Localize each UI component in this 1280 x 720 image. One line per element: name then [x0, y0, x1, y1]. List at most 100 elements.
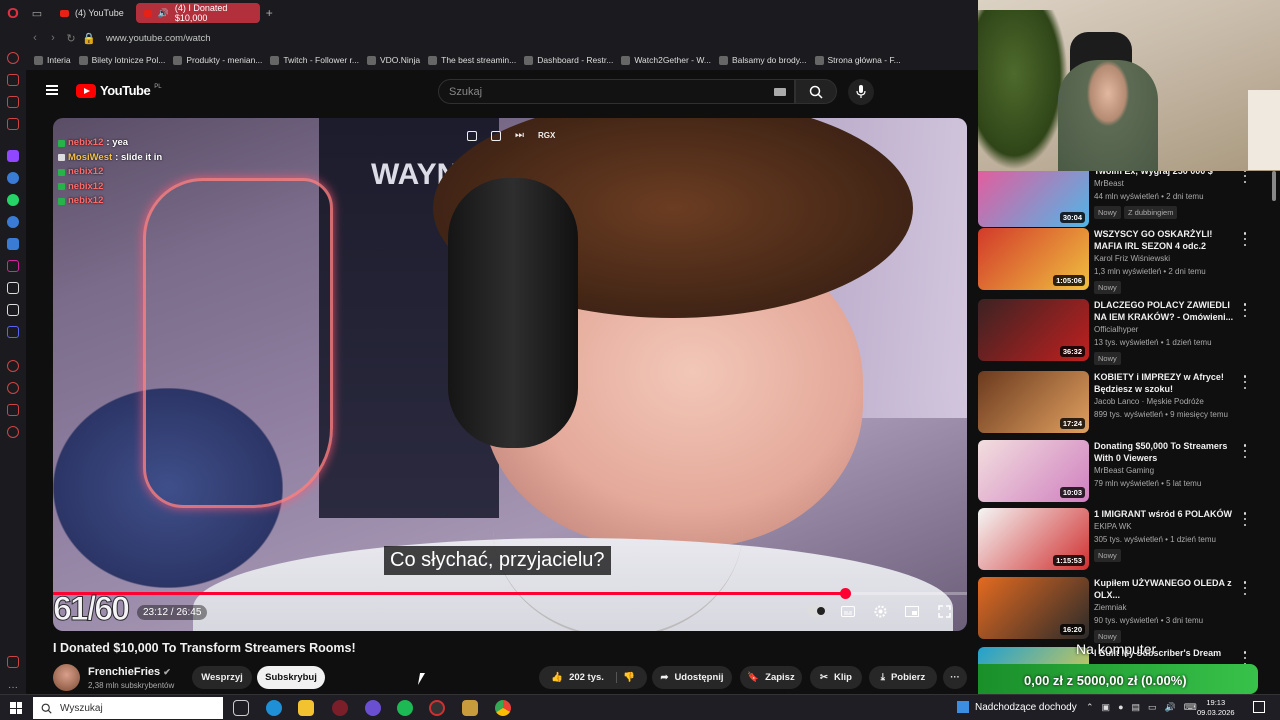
subtitles-button[interactable]	[839, 602, 857, 620]
bookmark-item[interactable]: Strona główna - F...	[814, 55, 901, 65]
rgx-label[interactable]: RGX	[538, 131, 555, 140]
bookmark-item[interactable]: Interia	[34, 55, 71, 65]
recommendation-title[interactable]: Kupiłem UŻYWANEGO OLEDA z OLX...	[1094, 577, 1234, 601]
forward-icon[interactable]: ›	[44, 32, 62, 44]
video-thumbnail[interactable]: 17:24	[978, 371, 1089, 433]
popout-icon[interactable]	[467, 130, 477, 141]
recommendation-channel[interactable]: Jacob Lanco · Męskie Podróże	[1094, 397, 1204, 406]
more-vertical-icon[interactable]	[1240, 651, 1250, 665]
more-actions-button[interactable]: ···	[943, 666, 967, 689]
app-icon[interactable]	[365, 700, 381, 716]
autoplay-toggle[interactable]	[807, 602, 825, 620]
more-icon[interactable]: ···	[8, 682, 18, 693]
recommendation-channel[interactable]: Ziemniak	[1094, 603, 1126, 612]
skip-icon[interactable]: ⏭	[515, 130, 524, 141]
messenger-icon[interactable]	[7, 172, 19, 184]
download-button[interactable]: ⤓ Pobierz	[869, 666, 937, 689]
bookmark-item[interactable]: Watch2Gether - W...	[621, 55, 711, 65]
vk-icon[interactable]	[7, 238, 19, 250]
tray-mic-icon[interactable]: ●	[1118, 702, 1123, 713]
tab-menu-icon[interactable]: ▭	[26, 2, 48, 24]
extensions-icon[interactable]	[7, 404, 19, 416]
tray-network-icon[interactable]: ▤	[1132, 702, 1141, 713]
aria-icon[interactable]	[7, 74, 19, 86]
tray-app-icon[interactable]: ▣	[1102, 702, 1111, 713]
opera-logo-icon[interactable]: O	[0, 0, 26, 26]
spotify-icon[interactable]	[397, 700, 413, 716]
more-vertical-icon[interactable]	[1240, 375, 1250, 389]
settings-icon[interactable]	[7, 426, 19, 438]
video-player[interactable]: WAYNE nebix12: yeaMosiWest: slide it inn…	[53, 118, 967, 631]
recommendation-item[interactable]: 1:05:06 WSZYSCY GO OSKARŻYLI! MAFIA IRL S…	[978, 228, 1268, 294]
fullscreen-button[interactable]	[935, 602, 953, 620]
youtube-logo[interactable]: YouTube PL	[76, 83, 162, 98]
settings-button[interactable]	[871, 602, 889, 620]
tray-chevron-icon[interactable]: ⌃	[1086, 702, 1094, 713]
file-explorer-icon[interactable]	[298, 700, 314, 716]
join-button[interactable]: Wesprzyj	[192, 666, 252, 689]
like-button[interactable]: 👍 202 tys.	[551, 672, 617, 683]
subscribe-button[interactable]: Subskrybuj	[257, 666, 325, 689]
league-icon[interactable]	[462, 700, 478, 716]
more-vertical-icon[interactable]	[1240, 303, 1250, 317]
recommendation-title[interactable]: 1 IMIGRANT wśród 6 POLAKÓW	[1094, 508, 1234, 520]
video-thumbnail[interactable]: 1:05:06	[978, 228, 1089, 290]
taskbar-search-input[interactable]: Wyszukaj	[33, 697, 223, 719]
more-vertical-icon[interactable]	[1240, 512, 1250, 526]
recommendations-scrollbar[interactable]	[1272, 171, 1276, 201]
x-icon[interactable]	[7, 304, 19, 316]
tiktok-icon[interactable]	[7, 282, 19, 294]
task-view-icon[interactable]	[233, 700, 249, 716]
recommendation-channel[interactable]: Officialhyper	[1094, 325, 1138, 334]
more-vertical-icon[interactable]	[1240, 171, 1250, 183]
video-thumbnail[interactable]: 16:20	[978, 577, 1089, 639]
share-button[interactable]: ➦ Udostępnij	[652, 666, 732, 689]
recommendation-item[interactable]: 1:15:53 1 IMIGRANT wśród 6 POLAKÓW EKIPA W…	[978, 508, 1268, 572]
bookmark-item[interactable]: The best streamin...	[428, 55, 516, 65]
instagram-icon[interactable]	[7, 260, 19, 272]
recommendation-title[interactable]: WSZYSCY GO OSKARŻYLI! MAFIA IRL SEZON 4 …	[1094, 228, 1234, 252]
clock-icon[interactable]	[7, 382, 19, 394]
recommendation-channel[interactable]: EKIPA WK	[1094, 522, 1132, 531]
more-vertical-icon[interactable]	[1240, 581, 1250, 595]
enter-icon[interactable]	[491, 130, 501, 141]
reload-icon[interactable]: ↻	[62, 32, 80, 45]
voice-search-button[interactable]	[848, 79, 874, 105]
dislike-button[interactable]: 👎	[623, 672, 635, 683]
miniplayer-button[interactable]	[903, 602, 921, 620]
tab-video-active[interactable]: 🔊 (4) I Donated $10,000	[135, 3, 260, 23]
recommendation-item[interactable]: 36:32 DLACZEGO POLACY ZAWIEDLI NA IEM KRA…	[978, 299, 1268, 365]
obs-icon[interactable]	[429, 700, 445, 716]
recommendation-title[interactable]: Twoim Ex, Wygraj 250 000 $	[1094, 171, 1234, 177]
windows-start-icon[interactable]	[10, 702, 22, 714]
recommendation-title[interactable]: Donating $50,000 To Streamers With 0 Vie…	[1094, 440, 1234, 464]
tray-display-icon[interactable]: ▭	[1148, 702, 1157, 713]
keyboard-layout-icon[interactable]: ⌨	[1184, 702, 1197, 713]
menu-icon[interactable]	[46, 85, 58, 95]
more-vertical-icon[interactable]	[1240, 232, 1250, 246]
keyboard-icon[interactable]	[774, 88, 786, 96]
recommendation-item[interactable]: 17:24 KOBIETY i IMPREZY w Afryce! Będzies…	[978, 371, 1268, 435]
chrome-icon[interactable]	[495, 700, 511, 716]
bookmark-item[interactable]: Balsamy do brody...	[719, 55, 807, 65]
recommendation-channel[interactable]: MrBeast	[1094, 179, 1124, 188]
speed-dial-icon[interactable]	[7, 52, 19, 64]
tab-youtube[interactable]: (4) YouTube	[52, 3, 132, 23]
player-icon[interactable]	[7, 360, 19, 372]
video-thumbnail[interactable]: 30:04	[978, 171, 1089, 227]
search-button[interactable]	[795, 79, 837, 104]
new-tab-button[interactable]: +	[266, 6, 273, 20]
recommendation-item[interactable]: 10:03 Donating $50,000 To Streamers With …	[978, 440, 1268, 504]
opera-gx-icon[interactable]	[332, 700, 348, 716]
back-icon[interactable]: ‹	[26, 32, 44, 44]
video-thumbnail[interactable]: 36:32	[978, 299, 1089, 361]
telegram-icon[interactable]	[7, 216, 19, 228]
history-icon[interactable]	[7, 96, 19, 108]
url-field[interactable]: www.youtube.com/watch	[106, 33, 211, 44]
edge-icon[interactable]	[266, 700, 282, 716]
more-vertical-icon[interactable]	[1240, 444, 1250, 458]
recommendation-item[interactable]: 16:20 Kupiłem UŻYWANEGO OLEDA z OLX... Zie…	[978, 577, 1268, 643]
bookmark-item[interactable]: VDO.Ninja	[366, 55, 420, 65]
volume-icon[interactable]: 🔊	[1165, 702, 1176, 713]
channel-avatar[interactable]	[53, 664, 80, 691]
